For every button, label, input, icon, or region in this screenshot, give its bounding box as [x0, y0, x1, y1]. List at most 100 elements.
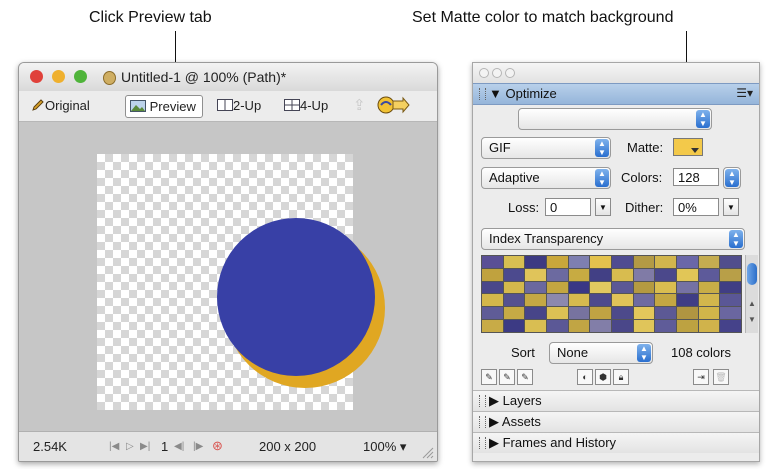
color-swatch[interactable] — [482, 320, 503, 332]
last-frame-button[interactable]: ▶| — [140, 441, 150, 452]
colors-stepper[interactable]: ▲ ▼ — [723, 167, 741, 189]
panel-grip[interactable] — [479, 437, 486, 449]
tab-4up[interactable]: 4-Up — [284, 95, 328, 116]
color-swatch[interactable] — [590, 320, 611, 332]
web-snap-icon[interactable]: ◐ — [577, 369, 593, 385]
color-swatch[interactable] — [590, 256, 611, 268]
stop-icon[interactable]: ⊛ — [212, 438, 223, 454]
color-swatch[interactable] — [720, 281, 741, 294]
color-swatch[interactable] — [611, 256, 633, 268]
saved-settings-dropdown[interactable]: ▲ ▼ — [518, 108, 712, 130]
color-swatch[interactable] — [676, 281, 698, 294]
matte-color-swatch[interactable] — [673, 138, 703, 156]
color-swatch[interactable] — [611, 307, 633, 320]
color-swatch[interactable] — [720, 320, 741, 332]
lock-icon[interactable]: 🔒︎ — [613, 369, 629, 385]
color-swatch[interactable] — [503, 307, 525, 320]
color-swatch[interactable] — [590, 268, 611, 281]
color-swatch[interactable] — [482, 294, 503, 307]
color-swatch[interactable] — [655, 320, 676, 332]
format-dropdown[interactable]: GIF ▲ ▼ — [481, 137, 611, 159]
color-swatch[interactable] — [633, 307, 655, 320]
color-swatch[interactable] — [546, 268, 568, 281]
color-table-scrollbar[interactable]: ▲ ▼ — [745, 255, 758, 333]
color-swatch[interactable] — [720, 268, 741, 281]
frames-history-section[interactable]: ▶ Frames and History — [473, 432, 759, 453]
color-swatch[interactable] — [525, 281, 546, 294]
panel-grip[interactable] — [479, 416, 486, 428]
tab-preview[interactable]: Preview — [125, 95, 203, 118]
next-frame-button[interactable]: |▶ — [193, 441, 203, 452]
panel-grip[interactable] — [479, 395, 486, 407]
color-swatch[interactable] — [698, 256, 720, 268]
options-menu-icon[interactable]: ☰▾ — [736, 86, 753, 100]
color-swatch[interactable] — [568, 268, 590, 281]
color-swatch[interactable] — [676, 294, 698, 307]
export-preview-icon[interactable]: ⇪ — [353, 95, 366, 116]
color-swatch[interactable] — [611, 294, 633, 307]
color-swatch[interactable] — [655, 281, 676, 294]
trash-icon[interactable]: 🗑︎ — [713, 369, 729, 385]
cube-icon[interactable]: ⬢ — [595, 369, 611, 385]
color-swatch[interactable] — [655, 268, 676, 281]
color-table[interactable] — [481, 255, 742, 333]
color-swatch[interactable] — [503, 320, 525, 332]
color-swatch[interactable] — [482, 281, 503, 294]
color-swatch[interactable] — [698, 268, 720, 281]
color-swatch[interactable] — [590, 307, 611, 320]
lock-color-edit-icon[interactable]: ✎ — [499, 369, 515, 385]
color-swatch[interactable] — [503, 281, 525, 294]
color-swatch[interactable] — [525, 294, 546, 307]
document-canvas[interactable] — [19, 122, 437, 431]
zoom-window-button[interactable] — [74, 70, 87, 83]
previous-frame-button[interactable]: ◀| — [174, 441, 184, 452]
assets-section[interactable]: ▶ Assets — [473, 411, 759, 432]
minimize-window-button[interactable] — [52, 70, 65, 83]
color-swatch[interactable] — [698, 307, 720, 320]
color-swatch[interactable] — [525, 256, 546, 268]
color-swatch[interactable] — [525, 307, 546, 320]
resize-grip-icon[interactable] — [422, 447, 434, 459]
color-swatch[interactable] — [676, 256, 698, 268]
panel-close-button[interactable] — [479, 68, 489, 78]
color-swatch[interactable] — [633, 281, 655, 294]
color-swatch[interactable] — [655, 307, 676, 320]
tab-2up[interactable]: 2-Up — [217, 95, 261, 116]
color-swatch[interactable] — [568, 256, 590, 268]
color-swatch[interactable] — [568, 307, 590, 320]
color-swatch[interactable] — [503, 268, 525, 281]
color-swatch[interactable] — [568, 281, 590, 294]
scroll-down-icon[interactable]: ▼ — [748, 315, 756, 324]
panel-minimize-button[interactable] — [492, 68, 502, 78]
color-swatch[interactable] — [698, 281, 720, 294]
tab-original[interactable]: Original — [31, 95, 90, 116]
color-swatch[interactable] — [720, 256, 741, 268]
color-swatch[interactable] — [698, 320, 720, 332]
color-swatch[interactable] — [720, 294, 741, 307]
transparency-edit-icon[interactable]: ✎ — [517, 369, 533, 385]
panel-grip[interactable] — [479, 88, 486, 100]
transparency-dropdown[interactable]: Index Transparency ▲ ▼ — [481, 228, 745, 250]
color-swatch[interactable] — [525, 320, 546, 332]
color-swatch[interactable] — [503, 294, 525, 307]
color-swatch[interactable] — [720, 307, 741, 320]
color-swatch[interactable] — [482, 268, 503, 281]
color-swatch[interactable] — [611, 281, 633, 294]
color-swatch[interactable] — [633, 320, 655, 332]
quick-export-button[interactable] — [375, 95, 411, 116]
colors-field[interactable]: 128 — [673, 168, 719, 186]
color-swatch[interactable] — [546, 320, 568, 332]
edit-color-icon[interactable]: ✎ — [481, 369, 497, 385]
color-swatch[interactable] — [546, 294, 568, 307]
close-window-button[interactable] — [30, 70, 43, 83]
color-swatch[interactable] — [698, 294, 720, 307]
color-swatch[interactable] — [676, 268, 698, 281]
optimize-header[interactable]: ▼ Optimize ☰▾ — [473, 83, 759, 105]
scroll-up-icon[interactable]: ▲ — [748, 299, 756, 308]
color-swatch[interactable] — [676, 320, 698, 332]
add-color-icon[interactable]: ⇥ — [693, 369, 709, 385]
panel-zoom-button[interactable] — [505, 68, 515, 78]
color-swatch[interactable] — [482, 307, 503, 320]
color-swatch[interactable] — [546, 281, 568, 294]
color-swatch[interactable] — [611, 320, 633, 332]
